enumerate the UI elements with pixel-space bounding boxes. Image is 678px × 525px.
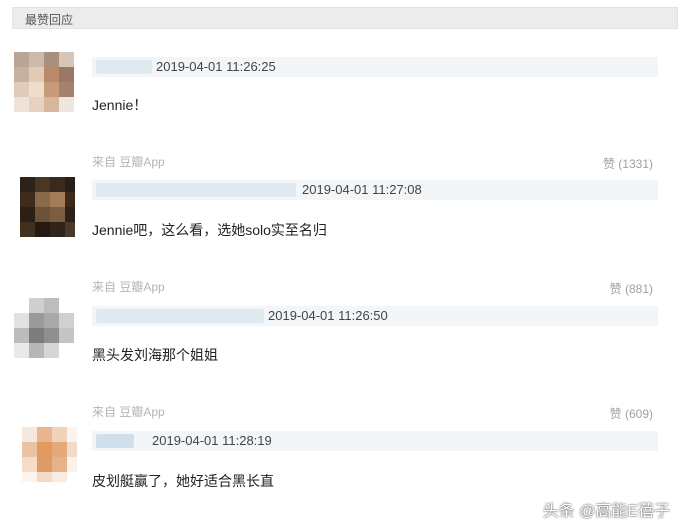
like-count[interactable]: 赞 (1331) xyxy=(603,155,653,172)
avatar[interactable] xyxy=(20,177,75,237)
comment-meta: 2019-04-01 11:26:25 xyxy=(92,57,658,77)
comment-meta: 2019-04-01 11:27:08 xyxy=(92,180,658,200)
username[interactable] xyxy=(96,309,264,323)
comment-meta: 2019-04-01 11:28:19 xyxy=(92,431,658,451)
comment-source[interactable]: 来自 豆瓣App xyxy=(92,153,165,170)
comment-text: Jennie吧，这么看，选她solo实至名归 xyxy=(92,222,327,238)
comment-time: 2019-04-01 11:26:25 xyxy=(156,59,276,74)
comment-text: Jennie！ xyxy=(92,97,148,113)
comment-text: 皮划艇赢了，她好适合黑长直 xyxy=(92,473,274,489)
comment-source[interactable]: 来自 豆瓣App xyxy=(92,403,165,420)
section-title: 最赞回应 xyxy=(25,13,74,27)
section-header: 最赞回应 xyxy=(12,7,678,29)
comment-time: 2019-04-01 11:28:19 xyxy=(152,433,272,448)
like-count[interactable]: 赞 (881) xyxy=(610,280,653,297)
username[interactable] xyxy=(96,60,152,74)
watermark: 头条 @高能E蓓子 xyxy=(542,503,670,520)
username[interactable] xyxy=(96,434,134,448)
username[interactable] xyxy=(96,183,296,197)
comment-source[interactable]: 来自 豆瓣App xyxy=(92,278,165,295)
avatar[interactable] xyxy=(14,298,74,358)
avatar[interactable] xyxy=(14,52,74,112)
comment-text: 黑头发刘海那个姐姐 xyxy=(92,347,218,363)
comment-meta: 2019-04-01 11:26:50 xyxy=(92,306,658,326)
comment-time: 2019-04-01 11:26:50 xyxy=(268,308,388,323)
avatar[interactable] xyxy=(22,427,77,482)
like-count[interactable]: 赞 (609) xyxy=(610,405,653,422)
comment-time: 2019-04-01 11:27:08 xyxy=(302,182,422,197)
